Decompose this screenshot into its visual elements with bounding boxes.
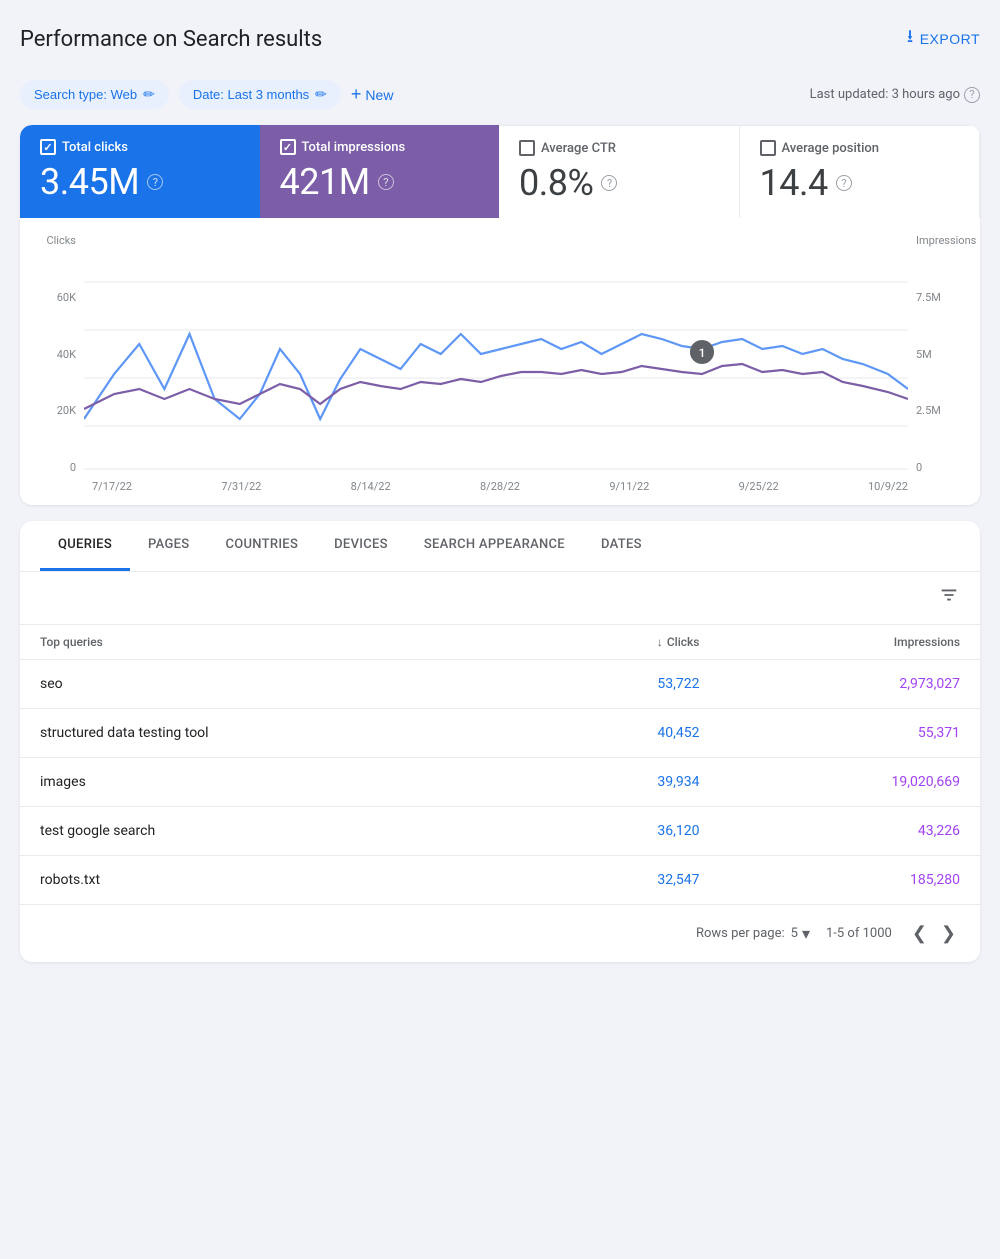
table-row[interactable]: images 39,934 19,020,669 [20, 758, 980, 807]
metric-average-ctr[interactable]: Average CTR 0.8% ? [499, 125, 740, 218]
impressions-cell: 2,973,027 [719, 660, 980, 709]
y-right-2.5m: 2.5M [916, 404, 941, 417]
rows-per-page-select[interactable]: 5 ▾ [791, 924, 810, 943]
y-left-60k: 60K [57, 291, 76, 304]
query-cell: seo [20, 660, 521, 709]
col-clicks-header[interactable]: ↓ Clicks [521, 625, 720, 660]
query-cell: images [20, 758, 521, 807]
y-right-5m: 5M [916, 348, 932, 361]
col-impressions-header: Impressions [719, 625, 980, 660]
help-icon[interactable]: ? [601, 175, 617, 191]
help-icon[interactable]: ? [836, 175, 852, 191]
tab-pages[interactable]: PAGES [130, 521, 207, 571]
date-filter[interactable]: Date: Last 3 months ✏ [179, 80, 341, 109]
plus-icon: + [351, 84, 362, 105]
export-icon: ⭳ [907, 24, 914, 54]
sort-down-icon: ↓ [657, 635, 663, 649]
y-right-0: 0 [916, 461, 922, 474]
x-label-7: 10/9/22 [868, 480, 908, 493]
x-label-1: 7/17/22 [92, 480, 132, 493]
tab-search-appearance[interactable]: SEARCH APPEARANCE [406, 521, 583, 571]
clicks-checkbox[interactable] [40, 139, 56, 155]
metric-total-impressions[interactable]: Total impressions 421M ? [260, 125, 500, 218]
table-filter-button[interactable] [938, 584, 960, 612]
position-checkbox[interactable] [760, 140, 776, 156]
tabs-section: QUERIES PAGES COUNTRIES DEVICES SEARCH A… [20, 521, 980, 962]
clicks-cell: 36,120 [521, 807, 720, 856]
clicks-cell: 40,452 [521, 709, 720, 758]
help-icon[interactable]: ? [964, 87, 980, 103]
metrics-section: Total clicks 3.45M ? Total impressions 4… [20, 125, 980, 505]
edit-icon: ✏ [315, 86, 327, 103]
tab-queries[interactable]: QUERIES [40, 521, 130, 571]
query-cell: test google search [20, 807, 521, 856]
filter-bar: Search type: Web ✏ Date: Last 3 months ✏… [20, 70, 980, 125]
table-row[interactable]: robots.txt 32,547 185,280 [20, 856, 980, 905]
y-left-20k: 20K [57, 404, 76, 417]
clicks-cell: 53,722 [521, 660, 720, 709]
pagination: Rows per page: 5 ▾ 1-5 of 1000 ❮ ❯ [20, 905, 980, 962]
pagination-range: 1-5 of 1000 [826, 926, 892, 941]
performance-chart: 1 [84, 234, 908, 474]
x-label-6: 9/25/22 [739, 480, 779, 493]
edit-icon: ✏ [143, 86, 155, 103]
impressions-cell: 185,280 [719, 856, 980, 905]
next-page-button[interactable]: ❯ [937, 919, 960, 948]
impressions-cell: 43,226 [719, 807, 980, 856]
impressions-checkbox[interactable] [280, 139, 296, 155]
table-row[interactable]: test google search 36,120 43,226 [20, 807, 980, 856]
y-right-label: Impressions [916, 234, 976, 247]
query-cell: structured data testing tool [20, 709, 521, 758]
export-button[interactable]: ⭳ EXPORT [907, 24, 980, 54]
x-label-3: 8/14/22 [351, 480, 391, 493]
impressions-cell: 19,020,669 [719, 758, 980, 807]
table-row[interactable]: seo 53,722 2,973,027 [20, 660, 980, 709]
data-table: Top queries ↓ Clicks Impressions seo 53,… [20, 625, 980, 905]
x-label-2: 7/31/22 [221, 480, 261, 493]
x-label-4: 8/28/22 [480, 480, 520, 493]
metric-average-position[interactable]: Average position 14.4 ? [740, 125, 981, 218]
tab-devices[interactable]: DEVICES [316, 521, 406, 571]
y-left-0: 0 [70, 461, 76, 474]
impressions-cell: 55,371 [719, 709, 980, 758]
pagination-nav: ❮ ❯ [908, 919, 960, 948]
previous-page-button[interactable]: ❮ [908, 919, 931, 948]
y-right-7.5m: 7.5M [916, 291, 941, 304]
metric-total-clicks[interactable]: Total clicks 3.45M ? [20, 125, 260, 218]
y-left-label: Clicks [46, 234, 76, 247]
last-updated: Last updated: 3 hours ago ? [810, 87, 980, 103]
tabs-bar: QUERIES PAGES COUNTRIES DEVICES SEARCH A… [20, 521, 980, 572]
tab-countries[interactable]: COUNTRIES [207, 521, 316, 571]
filter-icon [938, 584, 960, 606]
x-axis: 7/17/22 7/31/22 8/14/22 8/28/22 9/11/22 … [40, 474, 960, 493]
search-type-filter[interactable]: Search type: Web ✏ [20, 80, 169, 109]
new-filter-button[interactable]: + New [351, 84, 394, 105]
x-label-5: 9/11/22 [609, 480, 649, 493]
query-cell: robots.txt [20, 856, 521, 905]
tab-dates[interactable]: DATES [583, 521, 660, 571]
ctr-checkbox[interactable] [519, 140, 535, 156]
chart-area: Clicks 60K 40K 20K 0 [20, 218, 980, 505]
clicks-cell: 39,934 [521, 758, 720, 807]
dropdown-arrow-icon: ▾ [802, 924, 810, 943]
svg-text:1: 1 [699, 346, 706, 360]
page-title: Performance on Search results [20, 27, 322, 52]
help-icon[interactable]: ? [147, 174, 163, 190]
help-icon[interactable]: ? [378, 174, 394, 190]
col-query-header: Top queries [20, 625, 521, 660]
metrics-cards: Total clicks 3.45M ? Total impressions 4… [20, 125, 980, 218]
clicks-cell: 32,547 [521, 856, 720, 905]
y-left-40k: 40K [57, 348, 76, 361]
rows-per-page: Rows per page: 5 ▾ [696, 924, 810, 943]
table-row[interactable]: structured data testing tool 40,452 55,3… [20, 709, 980, 758]
filter-row [20, 572, 980, 625]
